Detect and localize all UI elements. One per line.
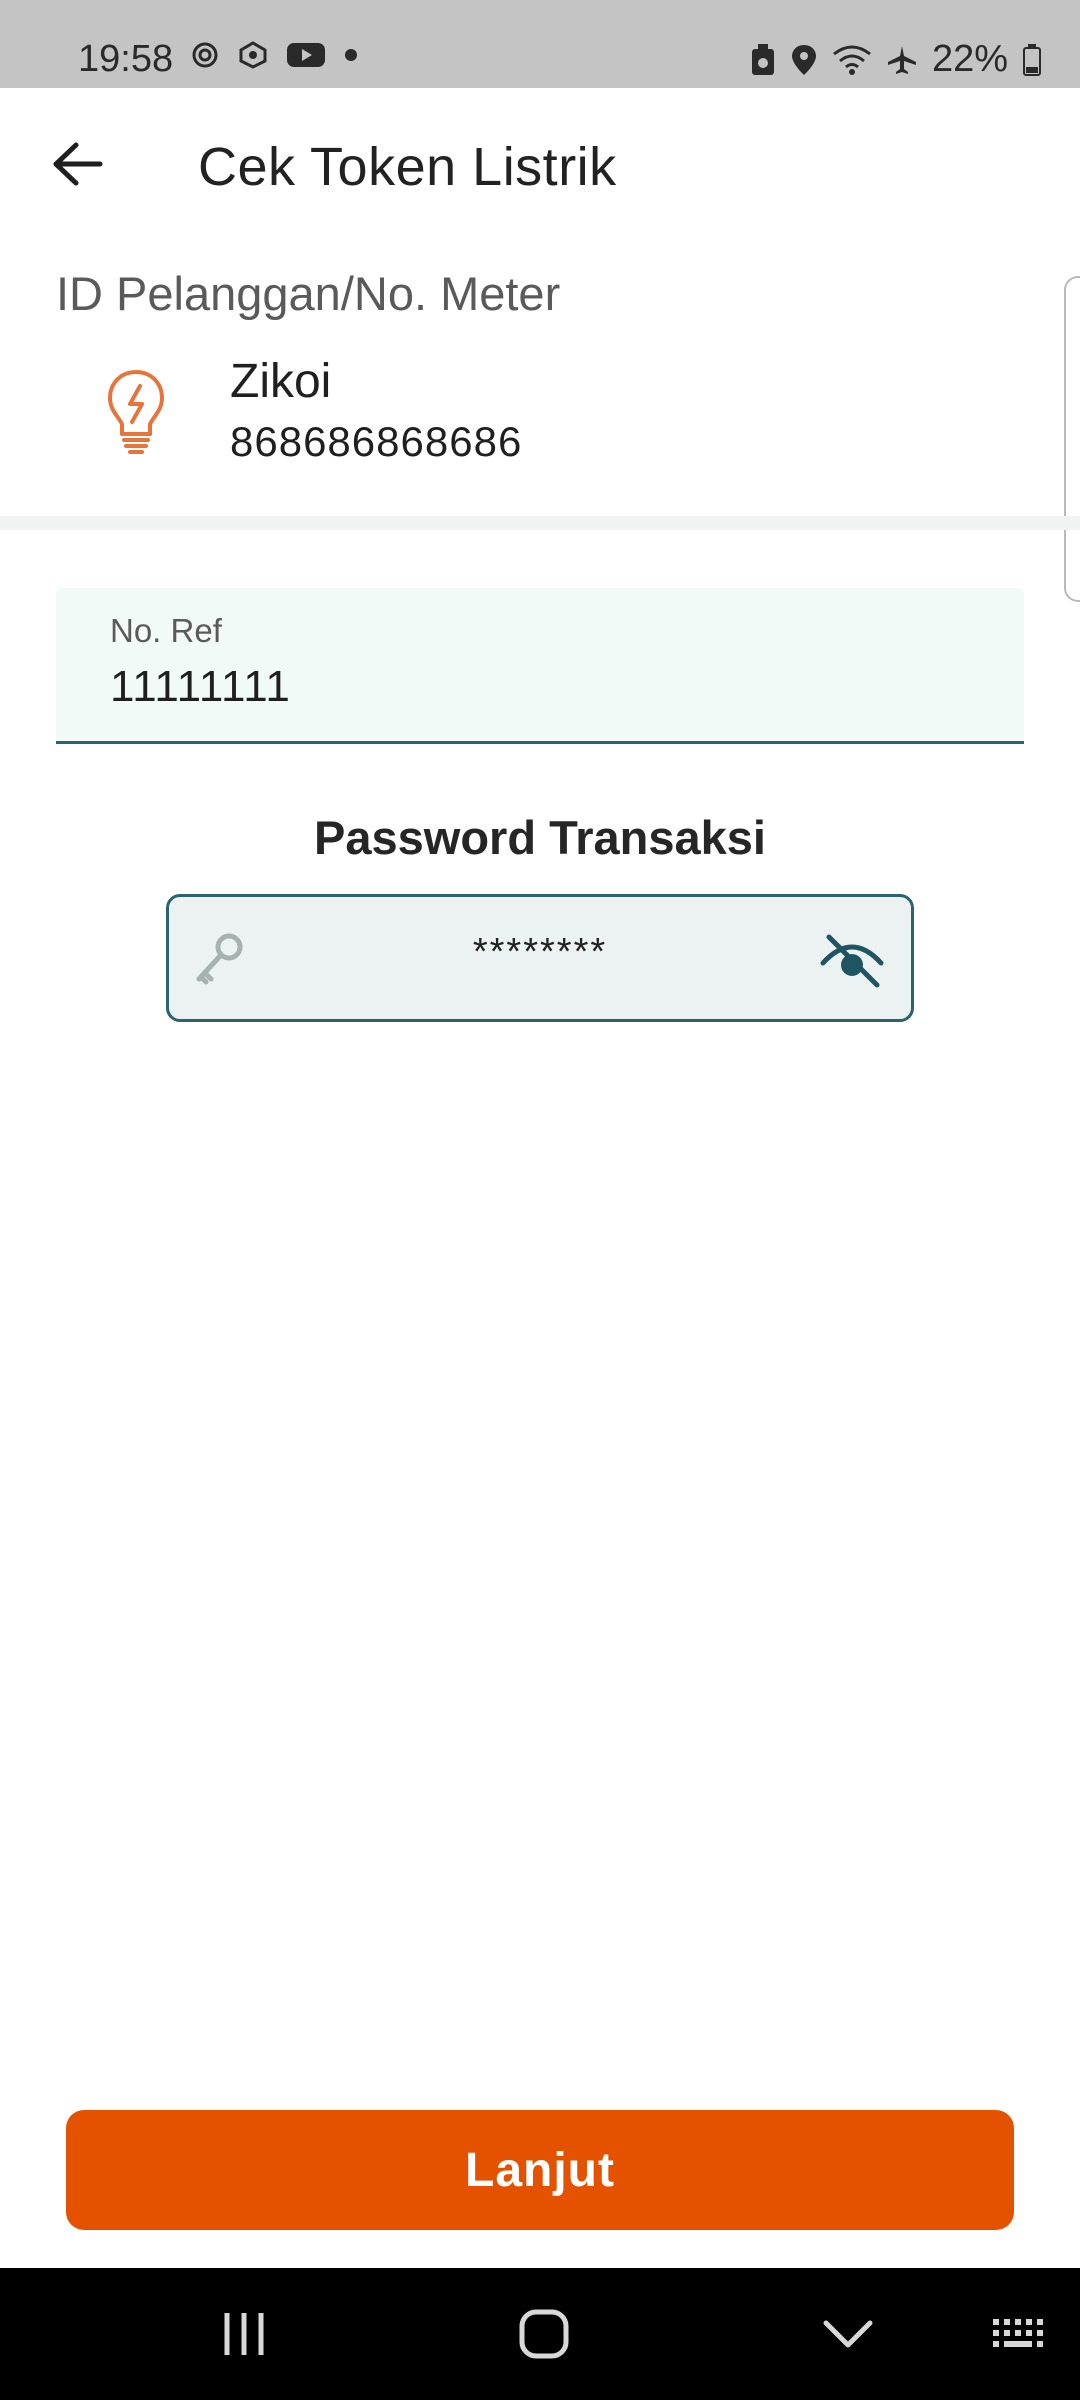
status-notification-icons (190, 40, 358, 70)
youtube-icon (287, 43, 325, 67)
sync-icon (239, 41, 267, 69)
ref-number-field[interactable]: No. Ref 11111111 (56, 588, 1024, 744)
section-divider (0, 516, 1080, 530)
status-system-icons: 22% (750, 38, 1042, 81)
ref-number-value: 11111111 (110, 662, 291, 711)
arrow-left-icon (53, 142, 103, 186)
continue-button[interactable]: Lanjut (66, 2110, 1014, 2230)
battery-saver-icon (751, 43, 774, 75)
chevron-down-icon (823, 2320, 873, 2348)
keyboard-button[interactable] (988, 2302, 1052, 2366)
recent-apps-button[interactable] (214, 2302, 274, 2366)
lightbulb-icon (108, 370, 164, 454)
battery-icon (1023, 43, 1041, 76)
system-navigation-bar (0, 2268, 1080, 2400)
side-panel-handle[interactable] (1064, 276, 1080, 602)
recent-apps-icon (224, 2313, 264, 2355)
customer-id-label: ID Pelanggan/No. Meter (56, 267, 561, 320)
back-nav-button[interactable] (818, 2302, 878, 2366)
wifi-icon (833, 45, 871, 75)
keyboard-icon (993, 2319, 1043, 2347)
page-title: Cek Token Listrik (198, 137, 617, 197)
home-button[interactable] (512, 2302, 576, 2366)
status-time: 19:58 (78, 38, 174, 80)
password-value: ******** (472, 931, 608, 973)
airplane-icon (887, 45, 916, 74)
location-icon (791, 44, 816, 75)
customer-card: Zikoi 868686868686 (0, 340, 1080, 510)
password-heading: Password Transaksi (314, 811, 766, 864)
eye-off-icon[interactable] (819, 927, 885, 993)
app-bar: Cek Token Listrik (0, 88, 1080, 248)
battery-percentage: 22% (931, 38, 1008, 80)
home-icon (519, 2309, 569, 2359)
settings-icon (192, 42, 218, 68)
ref-number-label: No. Ref (110, 612, 222, 649)
status-bar: 19:58 22% (0, 0, 1080, 88)
customer-name: Zikoi (230, 355, 332, 408)
meter-number: 868686868686 (230, 418, 523, 465)
password-input[interactable]: ******** (166, 894, 914, 1022)
back-button[interactable] (46, 132, 110, 196)
dot-icon (345, 49, 357, 61)
